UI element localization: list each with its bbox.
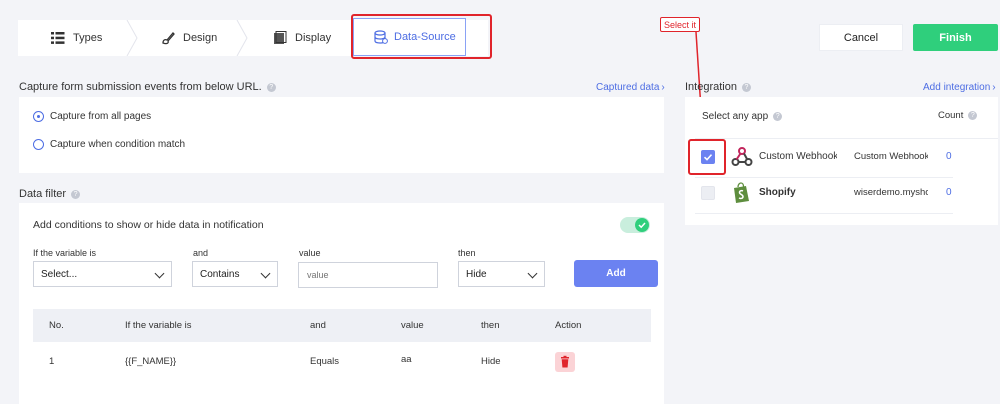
select-app-text: Select any app <box>702 111 769 122</box>
then-label: then <box>458 248 476 258</box>
captured-data-label: Captured data <box>596 82 660 93</box>
chevron-right-icon: › <box>992 82 996 93</box>
help-icon[interactable]: ? <box>266 82 276 92</box>
app-detail-shopify: wiserdemo.myshopify <box>854 187 928 198</box>
chevron-right-icon: › <box>661 82 665 93</box>
capture-card <box>19 97 664 173</box>
divider <box>695 213 953 214</box>
variable-select-value: Select... <box>41 268 78 280</box>
then-select-value: Hide <box>466 268 487 280</box>
capture-title-text: Capture form submission events from belo… <box>19 81 262 93</box>
app-count-custom-webhook[interactable]: 0 <box>946 151 952 162</box>
var-label: If the variable is <box>33 248 97 258</box>
integration-title-text: Integration <box>685 81 737 93</box>
step-display-label: Display <box>295 32 332 44</box>
brush-icon <box>161 31 175 45</box>
variable-select[interactable]: Select... <box>33 261 172 287</box>
table-header-and: and <box>310 320 326 331</box>
data-filter-card <box>19 203 664 404</box>
help-icon[interactable]: ? <box>968 110 978 120</box>
table-cell-no: 1 <box>49 356 55 367</box>
divider <box>695 177 953 178</box>
data-filter-title-text: Data filter <box>19 188 67 200</box>
table-header-no: No. <box>49 320 64 331</box>
integration-title: Integration? <box>685 81 751 93</box>
add-integration-label: Add integration <box>923 82 991 93</box>
data-filter-title: Data filter? <box>19 188 81 200</box>
app-count-shopify[interactable]: 0 <box>946 187 952 198</box>
step-divider-icon <box>236 20 248 56</box>
and-label: and <box>193 248 209 258</box>
annotation-highlight-box <box>351 14 492 59</box>
app-name-shopify: Shopify <box>759 187 796 198</box>
check-icon <box>635 218 649 232</box>
operator-select[interactable]: Contains <box>192 261 278 287</box>
delete-row-button[interactable] <box>555 352 575 372</box>
cancel-button[interactable]: Cancel <box>819 24 903 51</box>
table-header-value: value <box>401 320 424 331</box>
filter-toggle[interactable] <box>620 217 650 233</box>
webhook-icon <box>731 147 753 166</box>
add-condition-button[interactable]: Add <box>574 260 658 287</box>
step-display[interactable]: Display <box>273 20 331 56</box>
select-app-label: Select any app? <box>702 111 783 122</box>
step-types[interactable]: Types <box>51 20 102 56</box>
chevron-down-icon <box>527 268 538 279</box>
step-design-label: Design <box>183 32 218 44</box>
count-header: Count? <box>938 110 978 121</box>
value-label: value <box>299 248 321 258</box>
count-header-text: Count <box>938 110 964 121</box>
radio-all-pages-label: Capture from all pages <box>50 111 152 122</box>
capture-section-title: Capture form submission events from belo… <box>19 81 276 93</box>
app-name-custom-webhook: Custom Webhook <box>759 151 837 162</box>
list-icon <box>51 31 65 45</box>
shopify-icon <box>734 182 749 203</box>
value-input[interactable] <box>298 262 438 288</box>
app-checkbox-shopify[interactable] <box>701 186 715 200</box>
app-detail-custom-webhook: Custom Webhook <box>854 151 928 162</box>
step-types-label: Types <box>73 32 103 44</box>
table-cell-and: Equals <box>310 356 340 367</box>
divider <box>695 138 998 139</box>
table-header-action: Action <box>555 320 582 331</box>
radio-condition-match[interactable] <box>33 139 44 150</box>
step-design[interactable]: Design <box>161 20 217 56</box>
finish-button[interactable]: Finish <box>913 24 998 51</box>
table-cell-variable: {{F_NAME}} <box>125 356 177 367</box>
filter-toggle-label: Add conditions to show or hide data in n… <box>33 219 264 231</box>
operator-select-value: Contains <box>200 268 240 280</box>
annotation-highlight-box <box>688 139 726 175</box>
radio-all-pages[interactable] <box>33 111 44 122</box>
help-icon[interactable]: ? <box>773 111 783 121</box>
table-cell-value: aa <box>401 354 412 365</box>
captured-data-link[interactable]: Captured data › <box>596 82 665 93</box>
then-select[interactable]: Hide <box>458 261 545 287</box>
chevron-down-icon <box>154 268 165 279</box>
trash-icon <box>561 355 569 368</box>
table-header-variable: If the variable is <box>125 320 192 331</box>
help-icon[interactable]: ? <box>71 189 81 199</box>
table-cell-then: Hide <box>481 356 501 367</box>
step-divider-icon <box>126 20 138 56</box>
chevron-down-icon <box>260 268 271 279</box>
table-header-then: then <box>481 320 500 331</box>
radio-condition-match-label: Capture when condition match <box>50 139 186 150</box>
add-integration-link[interactable]: Add integration › <box>923 82 996 93</box>
help-icon[interactable]: ? <box>741 82 751 92</box>
display-icon <box>273 31 287 45</box>
